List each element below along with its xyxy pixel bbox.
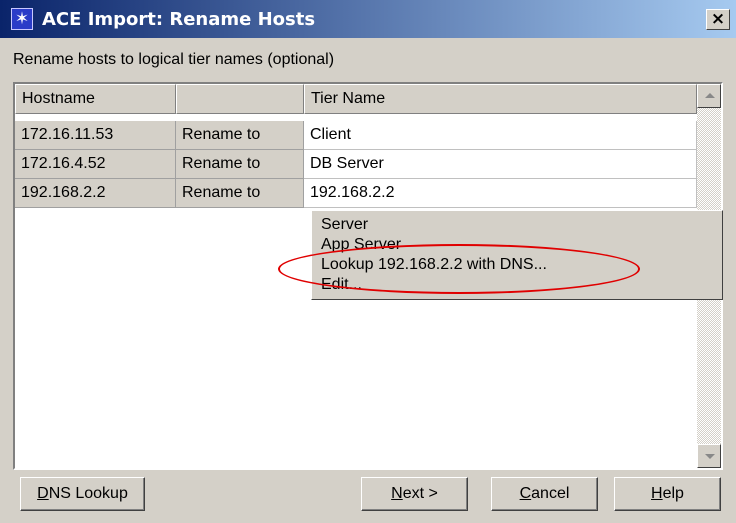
arrow-down-icon bbox=[705, 454, 715, 459]
tier-name-cell[interactable]: DB Server bbox=[304, 150, 697, 179]
scroll-up-button[interactable] bbox=[697, 84, 721, 108]
window-title: ACE Import: Rename Hosts bbox=[42, 9, 316, 30]
menu-item-edit[interactable]: Edit... bbox=[321, 276, 362, 294]
button-label: NS Lookup bbox=[48, 485, 128, 502]
instruction-text: Rename hosts to logical tier names (opti… bbox=[13, 51, 335, 68]
tier-name-input-selected[interactable]: 192.168.2.2 bbox=[307, 182, 687, 203]
scroll-down-button[interactable] bbox=[697, 444, 721, 468]
mnemonic: N bbox=[391, 485, 403, 502]
mnemonic: D bbox=[37, 485, 49, 502]
rename-hosts-dialog: ✶ ACE Import: Rename Hosts × Rename host… bbox=[0, 0, 736, 523]
title-bar[interactable]: ✶ ACE Import: Rename Hosts × bbox=[0, 0, 736, 38]
dns-lookup-button[interactable]: DNS Lookup bbox=[20, 477, 145, 511]
help-button[interactable]: Help bbox=[614, 477, 721, 511]
menu-item-app-server[interactable]: App Server bbox=[321, 236, 401, 254]
menu-item-server[interactable]: Server bbox=[321, 216, 368, 234]
rename-label-cell: Rename to bbox=[176, 150, 304, 179]
table-row[interactable]: 172.16.11.53 Rename to Client bbox=[15, 121, 697, 150]
column-header-tier-name[interactable]: Tier Name bbox=[304, 84, 697, 114]
next-button[interactable]: Next > bbox=[361, 477, 468, 511]
cancel-button[interactable]: Cancel bbox=[491, 477, 598, 511]
star-burst-icon: ✶ bbox=[11, 8, 33, 30]
hostname-cell: 172.16.4.52 bbox=[15, 150, 176, 179]
hostname-cell: 192.168.2.2 bbox=[15, 179, 176, 208]
button-label: elp bbox=[662, 485, 684, 502]
table-header: Hostname Tier Name bbox=[15, 84, 697, 114]
button-label: ext > bbox=[402, 485, 438, 502]
menu-item-dns-lookup[interactable]: Lookup 192.168.2.2 with DNS... bbox=[321, 256, 547, 274]
rename-label-cell: Rename to bbox=[176, 179, 304, 208]
tier-name-cell[interactable]: 192.168.2.2 bbox=[304, 179, 697, 208]
rename-label-cell: Rename to bbox=[176, 121, 304, 150]
hostname-cell: 172.16.11.53 bbox=[15, 121, 176, 150]
close-button[interactable]: × bbox=[706, 9, 730, 30]
column-header-hostname[interactable]: Hostname bbox=[15, 84, 176, 114]
column-header-action[interactable] bbox=[176, 84, 304, 114]
table-row[interactable]: 192.168.2.2 Rename to 192.168.2.2 bbox=[15, 179, 697, 208]
arrow-up-icon bbox=[705, 93, 715, 98]
mnemonic: H bbox=[651, 485, 663, 502]
mnemonic: C bbox=[519, 485, 532, 502]
tier-name-context-menu: Server App Server Lookup 192.168.2.2 wit… bbox=[311, 210, 723, 300]
tier-name-cell[interactable]: Client bbox=[304, 121, 697, 150]
button-label: ancel bbox=[531, 485, 570, 502]
table-row[interactable]: 172.16.4.52 Rename to DB Server bbox=[15, 150, 697, 179]
